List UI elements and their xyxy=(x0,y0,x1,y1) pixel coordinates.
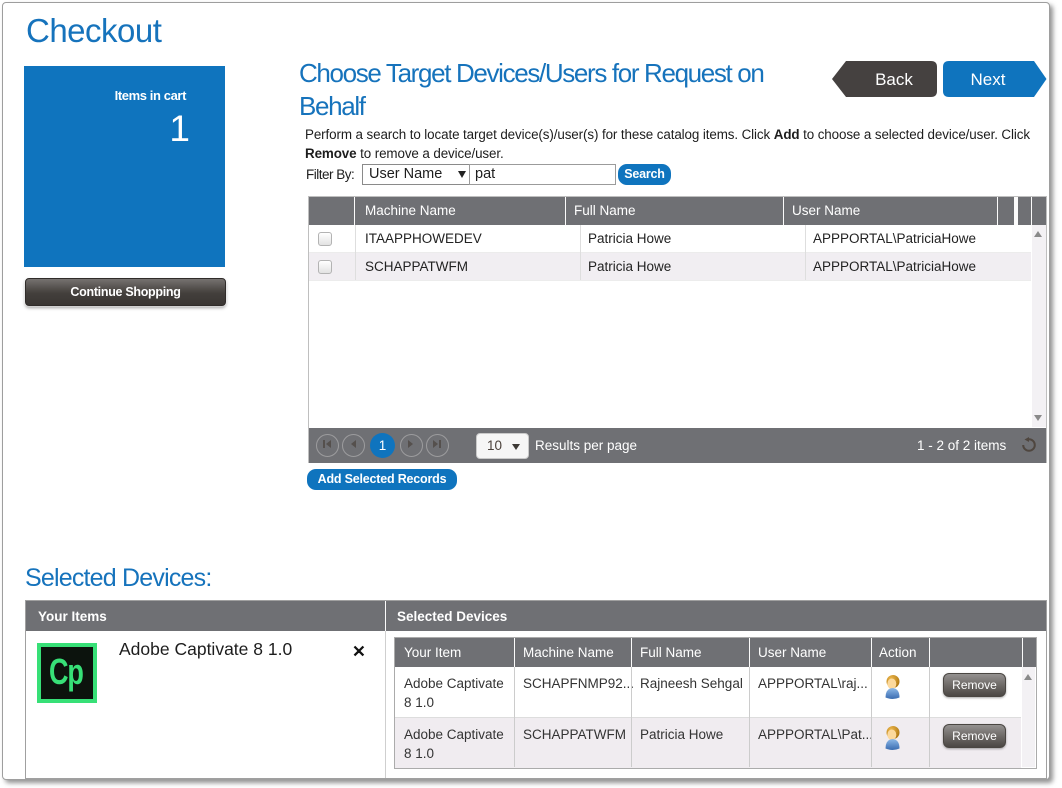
svg-text:Next: Next xyxy=(971,70,1006,89)
svg-text:Back: Back xyxy=(875,70,913,89)
